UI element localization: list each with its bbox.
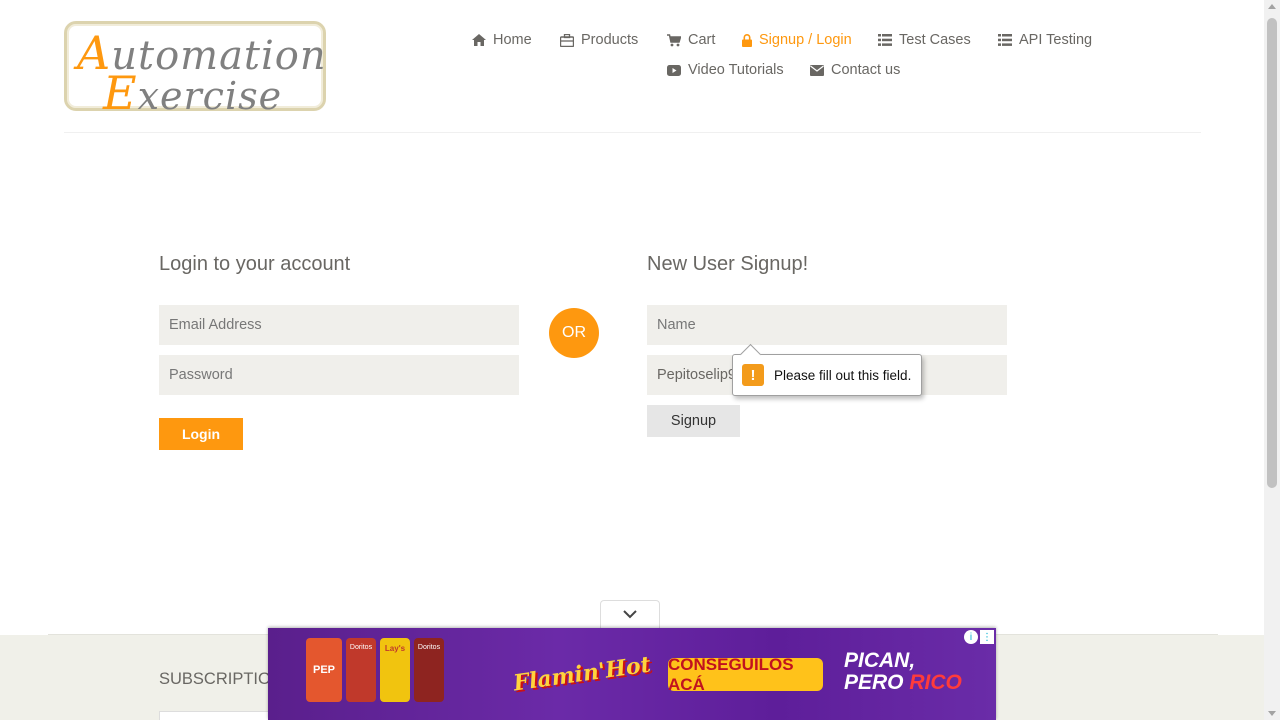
ad-bag: Doritos [414, 638, 444, 702]
signup-button[interactable]: Signup [647, 405, 740, 437]
login-email-input[interactable]: Email Address [159, 305, 519, 345]
nav-signup-login-label: Signup / Login [759, 32, 852, 48]
ad-bag: Doritos [346, 638, 376, 702]
nav-api-testing[interactable]: API Testing [998, 32, 1092, 48]
ad-bag: PEP [306, 638, 342, 702]
nav-products[interactable]: Products [560, 32, 638, 48]
ad-options-icon[interactable]: ⋮ [980, 630, 994, 644]
signup-name-input[interactable]: Name [647, 305, 1007, 345]
nav-contact-us[interactable]: Contact us [810, 62, 900, 78]
scroll-up-arrow-icon[interactable] [1268, 4, 1276, 9]
signup-email-value: Pepitoselip9 [657, 367, 736, 383]
login-password-placeholder: Password [169, 367, 233, 383]
scroll-down-arrow-icon[interactable] [1268, 711, 1276, 716]
ad-info-icon[interactable]: i [964, 630, 978, 644]
validation-message: Please fill out this field. [774, 367, 912, 383]
envelope-icon [810, 64, 824, 76]
login-button[interactable]: Login [159, 418, 243, 450]
ad-product-bags: PEP Doritos Lay's Doritos [306, 638, 444, 702]
ad-banner[interactable]: PEP Doritos Lay's Doritos Flamin'Hot CON… [268, 628, 996, 720]
ad-slogan-line-2: PERO RICO [844, 671, 962, 694]
list-icon [878, 34, 892, 46]
validation-tooltip: ! Please fill out this field. [732, 354, 922, 396]
ad-collapse-button[interactable] [600, 600, 660, 628]
ad-slogan: PICAN, PERO RICO [844, 650, 962, 694]
logo-line-2: Exercise [103, 66, 283, 120]
nav-cart[interactable]: Cart [667, 32, 715, 48]
signup-name-placeholder: Name [657, 317, 696, 333]
nav-home[interactable]: Home [472, 32, 532, 48]
login-email-placeholder: Email Address [169, 317, 262, 333]
nav-products-label: Products [581, 32, 639, 48]
subscription-heading: SUBSCRIPTION [159, 670, 283, 688]
subscription-email-input[interactable] [159, 711, 279, 720]
cart-icon [667, 33, 681, 46]
ad-cta-button[interactable]: CONSEGUILOS ACÁ [668, 655, 823, 694]
scroll-thumb[interactable] [1267, 18, 1277, 488]
lock-icon [742, 33, 752, 47]
header-divider [64, 132, 1201, 133]
ad-slogan-line-1: PICAN, [844, 649, 916, 672]
or-divider: OR [549, 308, 599, 358]
nav-home-label: Home [493, 32, 532, 48]
products-icon [560, 33, 574, 47]
nav-test-cases[interactable]: Test Cases [878, 32, 971, 48]
nav-api-testing-label: API Testing [1019, 32, 1093, 48]
login-title: Login to your account [159, 253, 351, 275]
home-icon [472, 34, 486, 46]
list-icon [998, 34, 1012, 46]
ad-bag: Lay's [380, 638, 410, 702]
nav-signup-login[interactable]: Signup / Login [742, 32, 852, 48]
nav-test-cases-label: Test Cases [899, 32, 971, 48]
warning-icon: ! [742, 364, 764, 386]
nav-contact-us-label: Contact us [831, 62, 901, 78]
signup-title: New User Signup! [647, 253, 809, 275]
chevron-down-icon [623, 610, 637, 619]
login-password-input[interactable]: Password [159, 355, 519, 395]
nav-video-tutorials[interactable]: Video Tutorials [667, 62, 784, 78]
youtube-play-icon [667, 64, 681, 76]
page-scrollbar[interactable] [1264, 0, 1280, 720]
nav-cart-label: Cart [688, 32, 716, 48]
ad-brand-logo: Flamin'Hot [511, 651, 653, 697]
nav-video-tutorials-label: Video Tutorials [688, 62, 784, 78]
site-logo[interactable]: Automation Exercise [64, 21, 326, 120]
